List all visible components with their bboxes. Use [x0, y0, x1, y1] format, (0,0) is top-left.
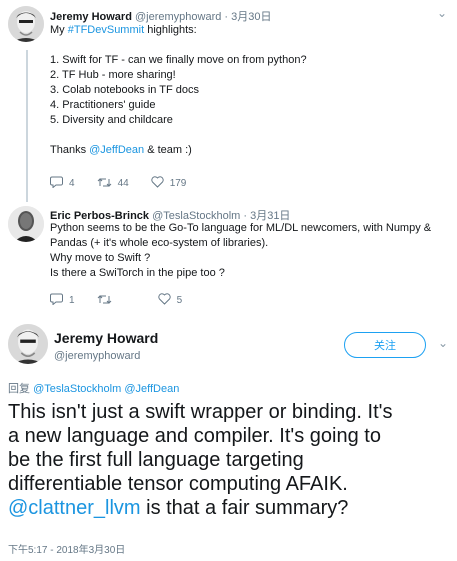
- author-handle-date[interactable]: @jeremyphoward · 3月30日: [135, 11, 272, 23]
- text-segment: 2. TF Hub - more sharing!: [50, 69, 176, 81]
- avatar[interactable]: [8, 324, 48, 364]
- avatar[interactable]: [8, 6, 44, 42]
- tweet-header: Jeremy Howard @jeremyphoward · 3月30日: [50, 8, 272, 24]
- like-button[interactable]: 5: [157, 293, 183, 308]
- tweet-line: This isn't just a swift wrapper or bindi…: [8, 400, 453, 424]
- retweet-button[interactable]: [97, 293, 118, 308]
- tweet-line: @clattner_llvm is that a fair summary?: [8, 496, 453, 520]
- text-segment: Python seems to be the Go-To language fo…: [50, 222, 432, 234]
- chevron-down-icon[interactable]: ⌄: [438, 336, 448, 350]
- reply-count: 1: [69, 295, 75, 306]
- like-count: 179: [169, 178, 187, 189]
- heart-icon: [151, 176, 164, 191]
- tweet-line: 3. Colab notebooks in TF docs: [50, 83, 307, 98]
- reply-icon: [50, 176, 63, 191]
- text-segment: & team :): [144, 144, 192, 156]
- reply-button[interactable]: 1: [50, 293, 75, 308]
- main-tweet: Jeremy Howard @jeremyphoward 关注 ⌄ 回复 @Te…: [0, 316, 457, 561]
- mention-link[interactable]: @TeslaStockholm: [33, 383, 121, 395]
- text-segment: Is there a SwiTorch in the pipe too ?: [50, 267, 225, 279]
- tweet-line: 4. Practitioners' guide: [50, 98, 307, 113]
- text-segment: highlights:: [144, 24, 197, 36]
- timestamp[interactable]: 下午5:17 - 2018年3月30日: [8, 541, 125, 556]
- text-segment: be the first full language targeting: [8, 449, 304, 471]
- tweet-line: 2. TF Hub - more sharing!: [50, 68, 307, 83]
- tweet-2[interactable]: Eric Perbos-Brinck @TeslaStockholm · 3月3…: [0, 198, 457, 316]
- tweet-line: 1. Swift for TF - can we finally move on…: [50, 53, 307, 68]
- tweet-body: This isn't just a swift wrapper or bindi…: [8, 400, 453, 520]
- tweet-body: Python seems to be the Go-To language fo…: [50, 221, 431, 281]
- tweet-line: Pandas (+ it's whole eco-system of libra…: [50, 236, 431, 251]
- thread-line: [26, 50, 28, 202]
- tweet-1[interactable]: Jeremy Howard @jeremyphoward · 3月30日 ⌄ M…: [0, 0, 457, 202]
- like-count: 5: [176, 295, 183, 306]
- retweet-icon: [97, 293, 112, 308]
- reply-prefix: 回复: [8, 383, 30, 395]
- text-segment: This isn't just a swift wrapper or bindi…: [8, 401, 393, 423]
- tweet-line: Python seems to be the Go-To language fo…: [50, 221, 431, 236]
- tweet-line: be the first full language targeting: [8, 448, 453, 472]
- text-segment: Pandas (+ it's whole eco-system of libra…: [50, 237, 269, 249]
- chevron-down-icon[interactable]: ⌄: [437, 6, 447, 20]
- author-name[interactable]: Jeremy Howard: [50, 11, 132, 23]
- reply-count: 4: [69, 178, 75, 189]
- text-segment: 3. Colab notebooks in TF docs: [50, 84, 199, 96]
- author-handle[interactable]: @jeremyphoward: [54, 350, 140, 362]
- tweet-line: 5. Diversity and childcare: [50, 113, 307, 128]
- text-segment: is that a fair summary?: [140, 497, 349, 519]
- heart-icon: [157, 293, 171, 308]
- retweet-icon: [97, 176, 112, 191]
- link[interactable]: #TFDevSummit: [68, 24, 144, 36]
- text-segment: differentiable tensor computing AFAIK.: [8, 473, 348, 495]
- tweet-line: [50, 128, 307, 143]
- like-button[interactable]: 179: [151, 176, 187, 191]
- link[interactable]: @clattner_llvm: [8, 497, 141, 519]
- tweet-body: My #TFDevSummit highlights: 1. Swift for…: [50, 23, 307, 158]
- retweet-count: 44: [117, 178, 129, 189]
- tweet-actions: 1 5: [50, 293, 204, 308]
- text-segment: 1. Swift for TF - can we finally move on…: [50, 54, 307, 66]
- tweet-line: My #TFDevSummit highlights:: [50, 23, 307, 38]
- text-segment: a new language and compiler. It's going …: [8, 425, 381, 447]
- tweet-actions: 4 44 179: [50, 176, 208, 191]
- tweet-line: Thanks @JeffDean & team :): [50, 143, 307, 158]
- tweet-line: a new language and compiler. It's going …: [8, 424, 453, 448]
- mention-link[interactable]: @JeffDean: [124, 383, 179, 395]
- tweet-line: differentiable tensor computing AFAIK.: [8, 472, 453, 496]
- author-name[interactable]: Jeremy Howard: [54, 330, 158, 346]
- tweet-line: Why move to Swift ?: [50, 251, 431, 266]
- tweet-line: Is there a SwiTorch in the pipe too ?: [50, 266, 431, 281]
- text-segment: My: [50, 24, 68, 36]
- text-segment: 5. Diversity and childcare: [50, 114, 173, 126]
- follow-button[interactable]: 关注: [344, 332, 426, 358]
- reply-icon: [50, 293, 63, 308]
- retweet-button[interactable]: 44: [97, 176, 129, 191]
- reply-button[interactable]: 4: [50, 176, 75, 191]
- tweet-line: [50, 38, 307, 53]
- text-segment: Thanks: [50, 144, 90, 156]
- text-segment: 4. Practitioners' guide: [50, 99, 156, 111]
- reply-to-line: 回复 @TeslaStockholm @JeffDean: [8, 380, 179, 396]
- text-segment: Why move to Swift ?: [50, 252, 151, 264]
- avatar[interactable]: [8, 206, 44, 242]
- link[interactable]: @JeffDean: [89, 144, 144, 156]
